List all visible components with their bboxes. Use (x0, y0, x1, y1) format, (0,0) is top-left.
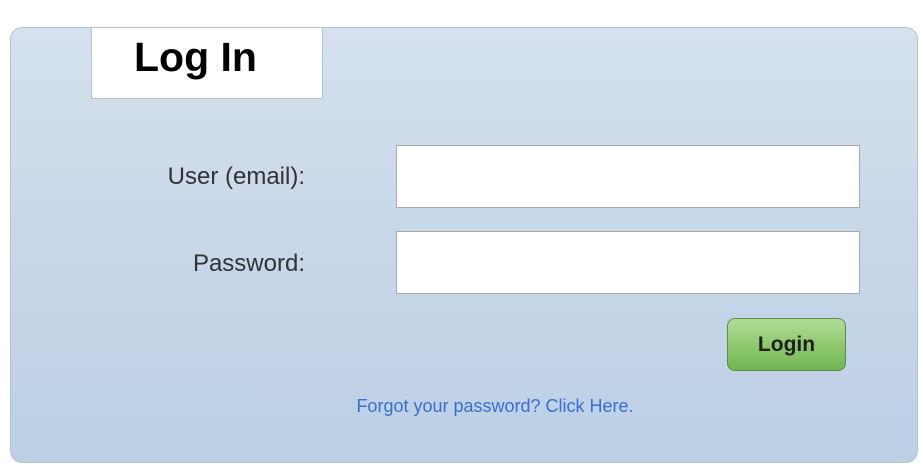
forgot-password-link[interactable]: Click Here (546, 396, 629, 416)
page-title: Log In (134, 34, 257, 80)
login-button[interactable]: Login (727, 318, 846, 371)
forgot-password-line: Forgot your password? Click Here. (0, 396, 920, 417)
password-field[interactable] (396, 231, 860, 294)
forgot-password-wrapper: Forgot your password? Click Here. (356, 396, 633, 416)
email-label: User (email): (167, 163, 305, 190)
forgot-password-text: Forgot your password? (356, 396, 546, 416)
forgot-password-period: . (628, 396, 634, 416)
login-title-tab: Log In (91, 28, 323, 99)
email-field[interactable] (396, 145, 860, 208)
password-label: Password: (192, 250, 305, 277)
